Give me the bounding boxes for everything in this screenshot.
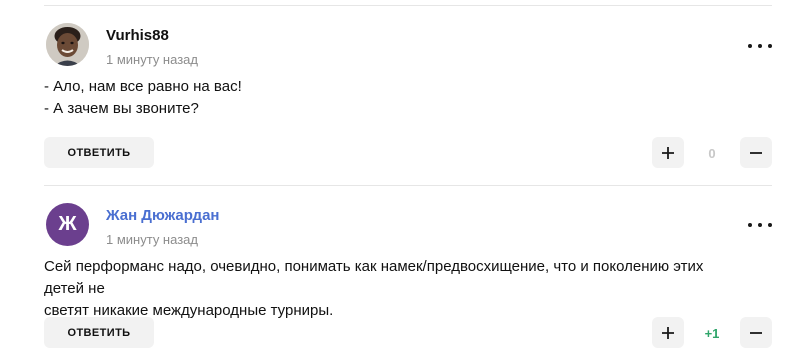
minus-icon bbox=[750, 151, 762, 154]
avatar[interactable] bbox=[46, 23, 89, 66]
upvote-button[interactable] bbox=[652, 137, 684, 168]
comment-divider bbox=[44, 185, 772, 186]
dot-icon bbox=[748, 223, 752, 227]
dot-icon bbox=[758, 223, 762, 227]
plus-icon bbox=[662, 326, 674, 339]
reply-button[interactable]: ОТВЕТИТЬ bbox=[44, 137, 154, 168]
top-divider bbox=[44, 5, 772, 6]
comment-text: - Ало, нам все равно на вас! - А зачем в… bbox=[44, 78, 242, 117]
comment-author[interactable]: Жан Дюжардан bbox=[106, 207, 219, 224]
upvote-button[interactable] bbox=[652, 317, 684, 348]
comment-time: 1 минуту назад bbox=[106, 52, 198, 67]
dot-icon bbox=[758, 44, 762, 48]
vote-score: +1 bbox=[704, 326, 720, 341]
dot-icon bbox=[748, 44, 752, 48]
downvote-button[interactable] bbox=[740, 137, 772, 168]
plus-icon bbox=[662, 146, 674, 159]
vote-score: 0 bbox=[708, 146, 716, 161]
dot-icon bbox=[768, 44, 772, 48]
minus-icon bbox=[750, 331, 762, 334]
avatar-letter: Ж bbox=[58, 213, 77, 235]
avatar[interactable]: Ж bbox=[46, 203, 89, 246]
comment-author[interactable]: Vurhis88 bbox=[106, 27, 169, 44]
comment-text: Сей перформанс надо, очевидно, понимать … bbox=[44, 258, 704, 319]
more-options-button[interactable] bbox=[748, 218, 772, 232]
reply-button[interactable]: ОТВЕТИТЬ bbox=[44, 317, 154, 348]
downvote-button[interactable] bbox=[740, 317, 772, 348]
more-options-button[interactable] bbox=[748, 39, 772, 53]
child-photo-avatar-icon bbox=[46, 23, 89, 66]
dot-icon bbox=[768, 223, 772, 227]
comment-time: 1 минуту назад bbox=[106, 232, 198, 247]
